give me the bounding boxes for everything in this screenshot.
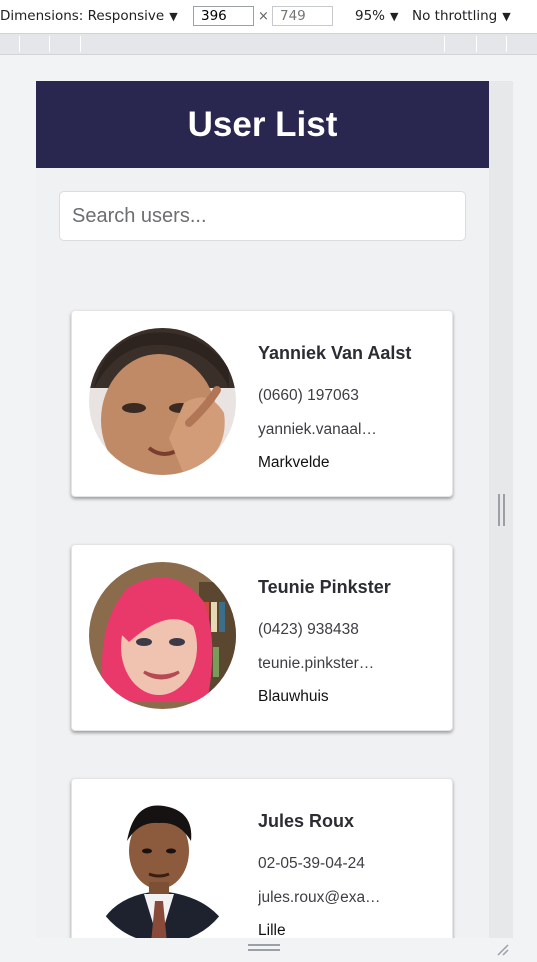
devtools-device-toolbar: Dimensions: Responsive ▼ × 95% ▼ No thrott… — [0, 0, 537, 34]
throttling-dropdown[interactable]: No throttling ▼ — [412, 0, 511, 33]
ruler-tick — [19, 36, 20, 52]
ruler-tick — [444, 36, 445, 52]
viewport-resize-handle[interactable] — [498, 494, 506, 526]
user-photo — [89, 562, 236, 709]
app-page: User List Yanniek Van Aalst (0660) 19706… — [36, 81, 489, 938]
user-name: Jules Roux — [258, 811, 355, 831]
handle-line — [503, 494, 505, 526]
user-card[interactable]: Yanniek Van Aalst (0660) 197063 yanniek.… — [71, 310, 453, 497]
user-phone: 02-05-39-04-24 — [258, 855, 365, 872]
user-name: Yanniek Van Aalst — [258, 343, 412, 363]
handle-line — [248, 944, 280, 946]
ruler-tick — [506, 36, 507, 52]
user-card[interactable]: Jules Roux 02-05-39-04-24 jules.roux@exa… — [71, 778, 453, 938]
height-input[interactable] — [272, 6, 333, 26]
user-email: teunie.pinkster… — [258, 655, 375, 672]
user-city: Markvelde — [258, 454, 330, 471]
user-card[interactable]: Teunie Pinkster (0423) 938438 teunie.pin… — [71, 544, 453, 731]
user-city: Blauwhuis — [258, 688, 329, 705]
handle-line — [248, 949, 280, 951]
user-name: Teunie Pinkster — [258, 577, 391, 597]
times-icon: × — [258, 9, 269, 24]
user-avatar — [89, 562, 236, 709]
dropdown-arrow-icon: ▼ — [169, 10, 178, 23]
user-photo — [89, 796, 236, 938]
width-input[interactable] — [193, 6, 254, 26]
dropdown-arrow-icon: ▼ — [502, 10, 511, 23]
ruler-tick — [80, 36, 81, 52]
media-query-ruler[interactable] — [0, 34, 537, 55]
ruler-tick — [49, 36, 50, 52]
user-phone: (0660) 197063 — [258, 387, 359, 404]
handle-line — [498, 494, 500, 526]
user-email: jules.roux@exa… — [258, 889, 381, 906]
user-avatar — [89, 328, 236, 475]
throttling-label: No throttling — [412, 8, 498, 24]
user-email: yanniek.vanaal… — [258, 421, 377, 438]
dimensions-dropdown[interactable]: Dimensions: Responsive ▼ — [0, 0, 178, 33]
dropdown-arrow-icon: ▼ — [390, 10, 399, 23]
zoom-dropdown[interactable]: 95% ▼ — [355, 0, 398, 33]
dimensions-label: Dimensions: Responsive — [0, 8, 165, 24]
ruler-tick — [476, 36, 477, 52]
corner-resize-icon[interactable] — [494, 941, 510, 957]
zoom-label: 95% — [355, 8, 386, 24]
user-avatar — [89, 796, 236, 938]
page-title: User List — [36, 81, 489, 168]
user-phone: (0423) 938438 — [258, 621, 359, 638]
user-photo — [89, 328, 236, 475]
viewport-bottom-resize-handle[interactable] — [248, 944, 280, 954]
search-input[interactable] — [59, 191, 466, 241]
user-city: Lille — [258, 922, 286, 938]
